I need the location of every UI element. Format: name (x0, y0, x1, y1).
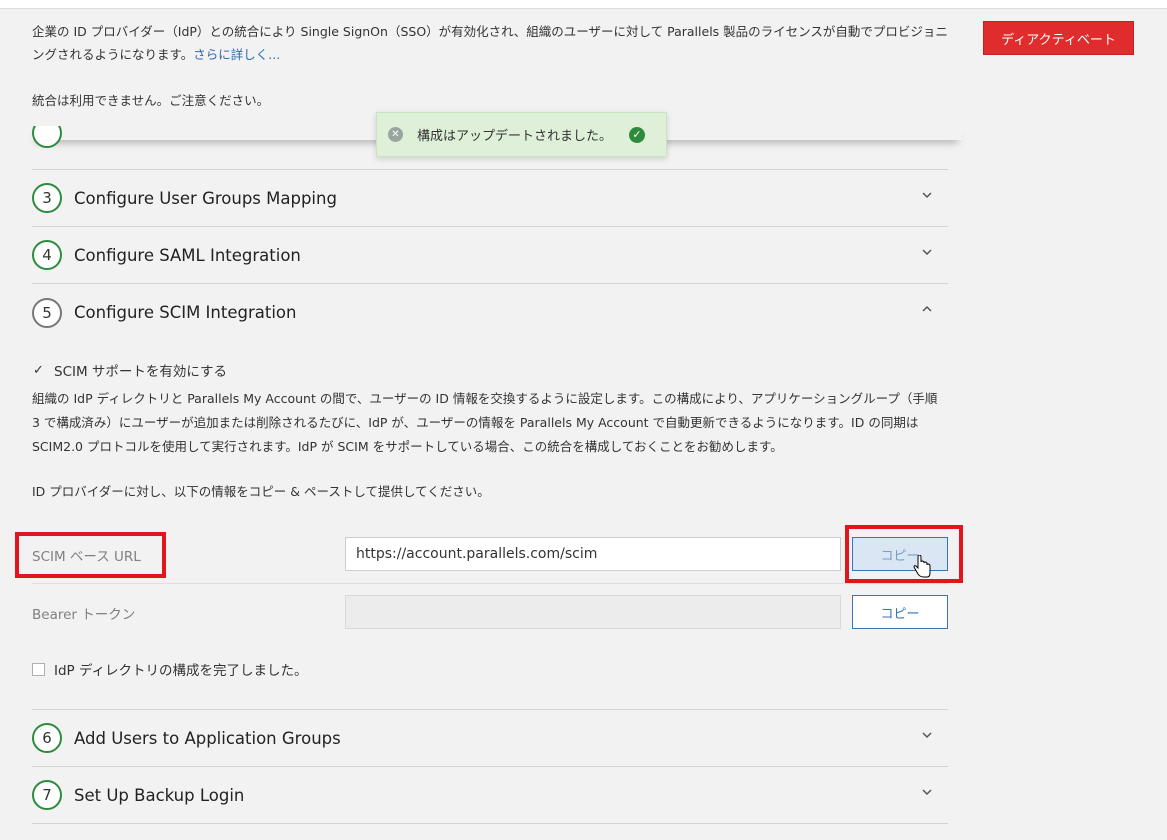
step-6-number: 6 (32, 723, 62, 753)
bearer-token-field[interactable] (345, 595, 841, 629)
step-7-title: Set Up Backup Login (74, 785, 245, 805)
chevron-up-icon[interactable] (922, 304, 932, 314)
chevron-down-icon[interactable] (922, 730, 932, 740)
scim-enable-checkbox[interactable]: ✓ (32, 363, 45, 378)
chevron-down-icon[interactable] (922, 247, 932, 257)
success-toast: ✕ 構成はアップデートされました。 ✓ (376, 112, 667, 157)
intro-text: 企業の ID プロバイダー（IdP）との統合により Single SignOn（… (32, 20, 952, 66)
integration-notice: 統合は利用できません。ご注意ください。 (32, 93, 270, 108)
step-row-5[interactable]: 5 Configure SCIM Integration (32, 284, 948, 341)
field-divider (32, 583, 948, 584)
check-circle-icon: ✓ (629, 126, 646, 143)
step-4-title: Configure SAML Integration (74, 245, 301, 265)
toast-close-icon[interactable]: ✕ (388, 127, 403, 142)
step-5-number: 5 (32, 297, 62, 328)
step-6-title: Add Users to Application Groups (74, 728, 341, 748)
idp-done-checkbox[interactable] (32, 662, 45, 676)
scim-description: 組織の IdP ディレクトリと Parallels My Account の間で… (32, 391, 938, 454)
step-3-number: 3 (32, 183, 62, 213)
step-3-title: Configure User Groups Mapping (74, 188, 337, 208)
scim-instruction: ID プロバイダーに対し、以下の情報をコピー & ペーストして提供してください。 (32, 484, 490, 499)
idp-done-checkbox-row[interactable]: IdP ディレクトリの構成を完了しました。 (32, 659, 308, 679)
chevron-down-icon[interactable] (922, 787, 932, 797)
step-row-3[interactable]: 3 Configure User Groups Mapping (32, 170, 948, 227)
copy-token-button[interactable]: コピー (852, 595, 948, 629)
step-row-6[interactable]: 6 Add Users to Application Groups (32, 709, 948, 767)
step-5-title: Configure SCIM Integration (74, 303, 297, 322)
scim-enable-checkbox-row[interactable]: ✓ SCIM サポートを有効にする (32, 360, 228, 381)
toast-message: 構成はアップデートされました。 (417, 129, 613, 144)
scim-enable-label: SCIM サポートを有効にする (54, 364, 228, 380)
learn-more-link[interactable]: さらに詳しく... (193, 47, 280, 62)
scim-base-url-field[interactable]: https://account.parallels.com/scim (345, 537, 841, 571)
bearer-token-label: Bearer トークン (32, 607, 136, 623)
step-2-circle (32, 126, 62, 148)
intro-description: 企業の ID プロバイダー（IdP）との統合により Single SignOn（… (32, 24, 948, 62)
idp-done-label: IdP ディレクトリの構成を完了しました。 (54, 663, 308, 679)
step-7-number: 7 (32, 780, 62, 810)
copy-base-url-button[interactable]: コピー (852, 537, 948, 571)
step-row-7[interactable]: 7 Set Up Backup Login (32, 767, 948, 824)
step-4-number: 4 (32, 240, 62, 270)
hand-cursor-icon (913, 555, 931, 578)
top-edge (0, 0, 1167, 9)
deactivate-button[interactable]: ディアクティベート (983, 21, 1134, 55)
chevron-down-icon[interactable] (922, 190, 932, 200)
step-row-4[interactable]: 4 Configure SAML Integration (32, 227, 948, 284)
scim-base-url-label: SCIM ベース URL (32, 549, 141, 565)
